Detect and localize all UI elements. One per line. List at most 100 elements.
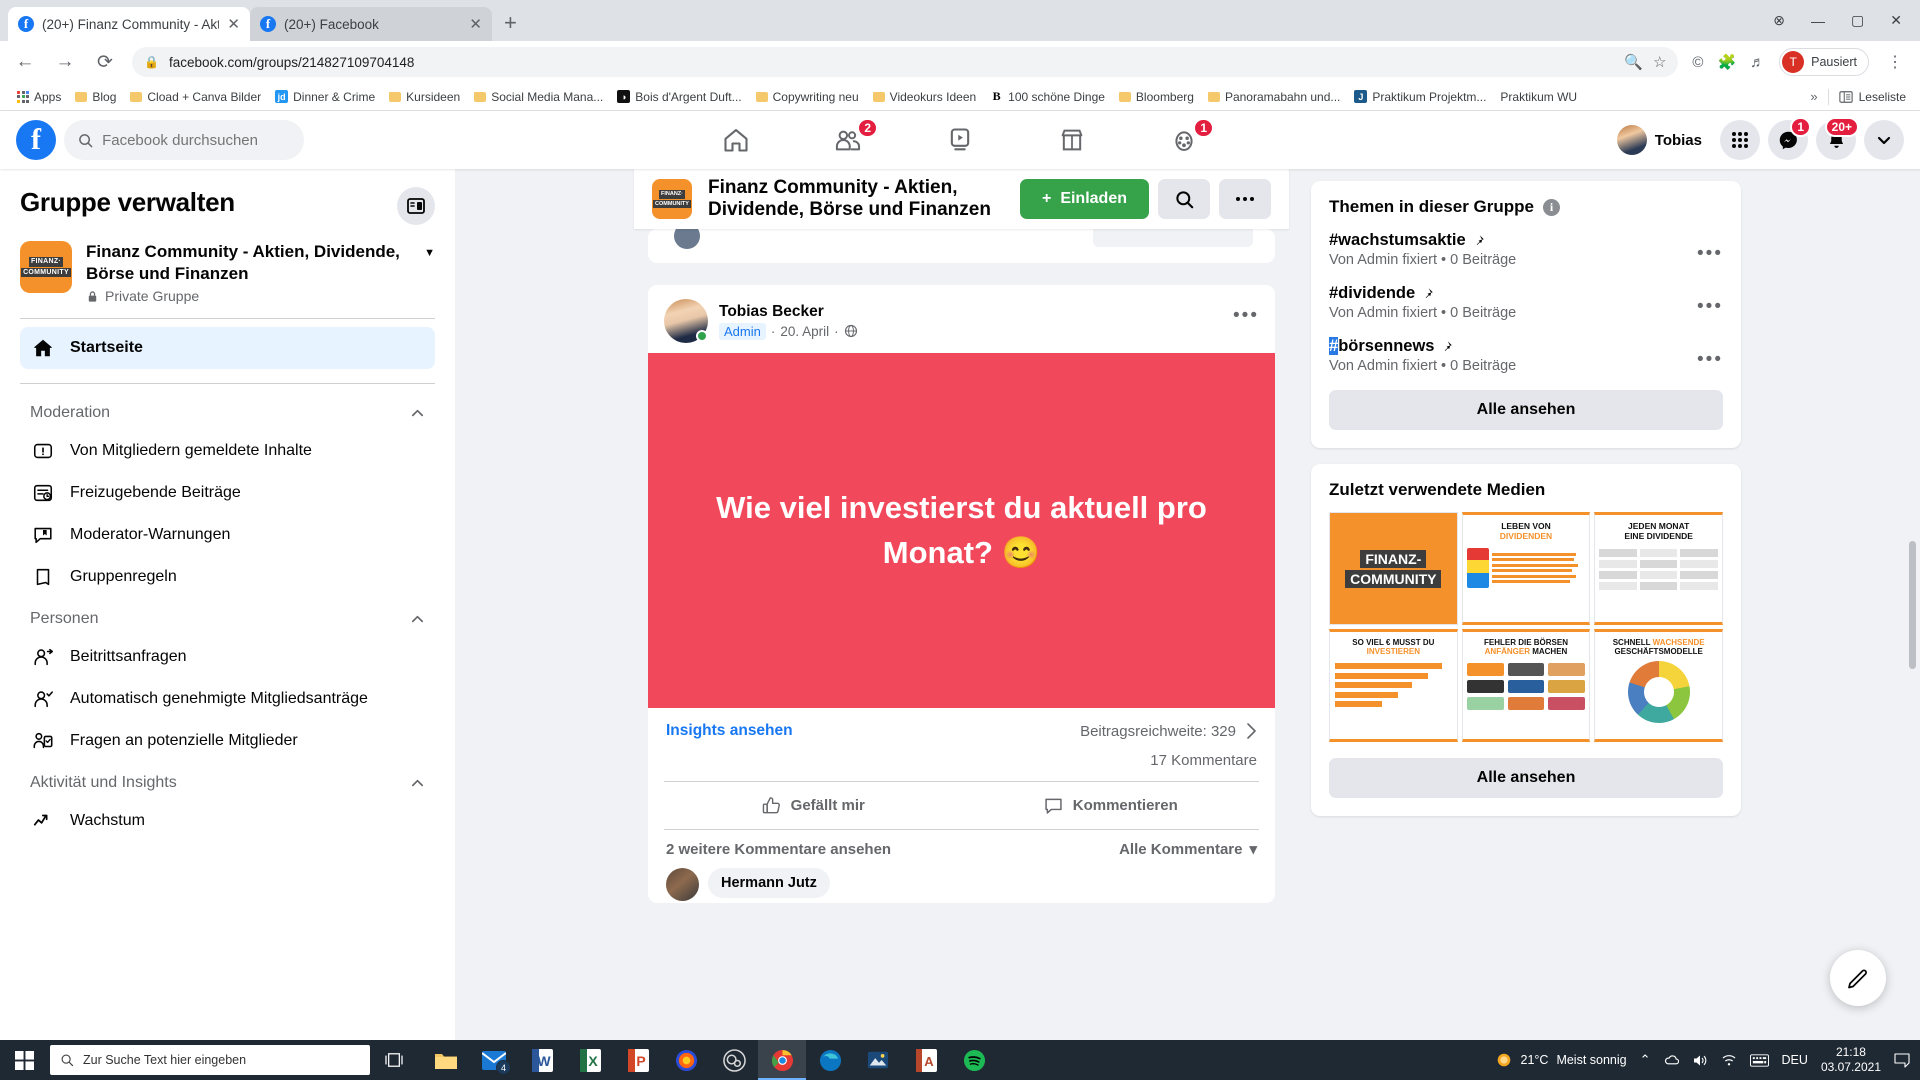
sidebar-item-automatisch-genehmigte[interactable]: Automatisch genehmigte Mitgliedsanträge [20,678,435,720]
user-profile-button[interactable]: Tobias [1613,121,1712,159]
nav-watch[interactable] [904,114,1016,166]
taskbar-excel[interactable]: X [566,1040,614,1080]
chevron-up-icon[interactable]: ⌃ [1640,1052,1651,1068]
avatar[interactable] [664,299,708,343]
action-center-icon[interactable] [1894,1052,1910,1068]
comment-button[interactable]: Kommentieren [962,786,1260,825]
sidebar-item-freizugebende-beitraege[interactable]: Freizugebende Beiträge [20,472,435,514]
sidebar-section-aktivitaet[interactable]: Aktivität und Insights [20,762,435,800]
minimize-button[interactable]: — [1811,13,1825,29]
zoom-icon[interactable]: 🔍 [1624,53,1643,71]
media-tile-leben-von-dividenden[interactable]: LEBEN VON DIVIDENDEN [1461,512,1591,625]
taskbar-search[interactable]: Zur Suche Text hier eingeben [50,1045,370,1075]
chrome-profile-button[interactable]: T Pausiert [1779,48,1869,76]
reading-list-button[interactable]: Leseliste [1838,90,1906,104]
account-menu-button[interactable] [1864,120,1904,160]
info-icon[interactable]: i [1543,198,1560,216]
nav-groups[interactable]: 2 [792,114,904,166]
like-button[interactable]: Gefällt mir [664,786,962,825]
bookmark-bois-dargent[interactable]: ◑ Bois d'Argent Duft... [610,88,748,106]
maximize-button[interactable]: ▢ [1851,12,1864,29]
bookmark-praktikum-projektm[interactable]: J Praktikum Projektm... [1347,88,1493,106]
media-tile-so-viel-investieren[interactable]: SO VIEL € MUSST DU INVESTIEREN [1329,629,1458,742]
group-search-button[interactable] [1158,179,1210,219]
sidebar-item-wachstum[interactable]: Wachstum [20,800,435,842]
task-view-button[interactable] [370,1052,418,1068]
sidebar-item-beitrittsanfragen[interactable]: Beitrittsanfragen [20,636,435,678]
forward-button[interactable]: → [52,51,78,73]
invite-button[interactable]: + Einladen [1019,179,1149,219]
sidebar-item-moderator-warnungen[interactable]: Moderator-Warnungen [20,514,435,556]
facebook-search-box[interactable] [64,120,304,160]
bookmark-bloomberg[interactable]: Bloomberg [1112,88,1201,106]
browser-tab-2[interactable]: f (20+) Facebook ✕ [250,7,492,41]
compose-button[interactable] [1830,950,1886,1006]
media-tile-finanz-community[interactable]: FINANZ- COMMUNITY [1329,512,1458,625]
taskbar-word[interactable]: W [518,1040,566,1080]
back-button[interactable]: ← [12,51,38,73]
new-tab-button[interactable]: + [504,10,517,36]
topic-more-icon[interactable]: ••• [1697,284,1723,318]
topic-more-icon[interactable]: ••• [1697,337,1723,371]
bookmark-panoramabahn[interactable]: Panoramabahn und... [1201,88,1347,106]
bookmark-apps[interactable]: Apps [10,88,68,106]
taskbar-firefox[interactable] [662,1040,710,1080]
media-see-all-button[interactable]: Alle ansehen [1329,758,1723,798]
coupons-icon[interactable]: © [1692,54,1703,71]
comment-sort-dropdown[interactable]: Alle Kommentare ▾ [1119,840,1257,859]
topic-row[interactable]: ##börsennewsbörsennews Von Admin fixiert… [1329,337,1723,374]
onedrive-icon[interactable] [1664,1053,1679,1067]
search-input[interactable] [102,131,290,149]
wifi-icon[interactable] [1721,1053,1737,1067]
volume-icon[interactable] [1692,1053,1708,1068]
taskbar-obs[interactable] [710,1040,758,1080]
settings-dot-icon[interactable]: ⊗ [1773,12,1785,29]
bookmarks-overflow-icon[interactable]: » [1810,89,1817,104]
nav-gaming[interactable]: 1 [1128,114,1240,166]
media-tile-geschaeftsmodelle[interactable]: SCHNELL WACHSENDE GESCHÄFTSMODELLE [1594,629,1723,742]
taskbar-edge[interactable] [806,1040,854,1080]
facebook-logo[interactable]: f [16,120,56,160]
group-more-button[interactable] [1219,179,1271,219]
messenger-button[interactable]: 1 [1768,117,1811,160]
media-control-icon[interactable]: ♬ [1750,54,1765,71]
star-icon[interactable]: ☆ [1653,53,1666,71]
post-date[interactable]: 20. April [780,324,829,339]
bookmark-social-media[interactable]: Social Media Mana... [467,88,610,106]
sidebar-item-fragen-an-mitglieder[interactable]: Fragen an potenzielle Mitglieder [20,720,435,762]
sidebar-item-gemeldete-inhalte[interactable]: Von Mitgliedern gemeldete Inhalte [20,430,435,472]
taskbar-photos[interactable] [854,1040,902,1080]
clock[interactable]: 21:18 03.07.2021 [1821,1045,1881,1075]
taskbar-store[interactable]: A [902,1040,950,1080]
post-author-name[interactable]: Tobias Becker [719,303,858,321]
taskbar-mail[interactable]: 4 [470,1040,518,1080]
more-comments-link[interactable]: 2 weitere Kommentare ansehen [666,841,891,858]
bookmark-cloud-canva[interactable]: Cload + Canva Bilder [123,88,268,106]
taskbar-powerpoint[interactable]: P [614,1040,662,1080]
previous-post-peek[interactable] [648,229,1275,263]
comments-count[interactable]: 17 Kommentare [648,748,1275,781]
close-tab-icon[interactable]: ✕ [469,15,482,33]
comment-author[interactable]: Hermann Jutz [708,868,830,898]
taskbar-chrome[interactable] [758,1040,806,1080]
close-tab-icon[interactable]: ✕ [227,15,240,33]
bookmark-dinner-crime[interactable]: jd Dinner & Crime [268,88,382,106]
nav-marketplace[interactable] [1016,114,1128,166]
language-indicator[interactable]: DEU [1782,1053,1808,1067]
bookmark-copywriting[interactable]: Copywriting neu [749,88,866,106]
avatar[interactable] [666,868,699,901]
bookmark-100-schoene-dinge[interactable]: B 100 schöne Dinge [983,88,1112,106]
topics-see-all-button[interactable]: Alle ansehen [1329,390,1723,430]
post-reach[interactable]: Beitragsreichweite: 329 [1080,722,1257,740]
sidebar-section-moderation[interactable]: Moderation [20,392,435,430]
media-tile-jeden-monat-dividende[interactable]: JEDEN MONAT EINE DIVIDENDE [1594,512,1723,625]
close-window-button[interactable]: ✕ [1890,12,1902,29]
notifications-button[interactable]: 20+ [1816,117,1859,160]
topic-row[interactable]: #wachstumsaktie Von Admin fixiert • 0 Be… [1329,231,1723,268]
menu-grid-button[interactable] [1720,120,1760,160]
chrome-menu-icon[interactable]: ⋮ [1883,52,1908,72]
topic-more-icon[interactable]: ••• [1697,231,1723,265]
weather-widget[interactable]: 21°C Meist sonnig [1495,1051,1627,1069]
chevron-down-icon[interactable]: ▼ [424,247,435,259]
bookmark-praktikum-wu[interactable]: Praktikum WU [1493,88,1584,106]
